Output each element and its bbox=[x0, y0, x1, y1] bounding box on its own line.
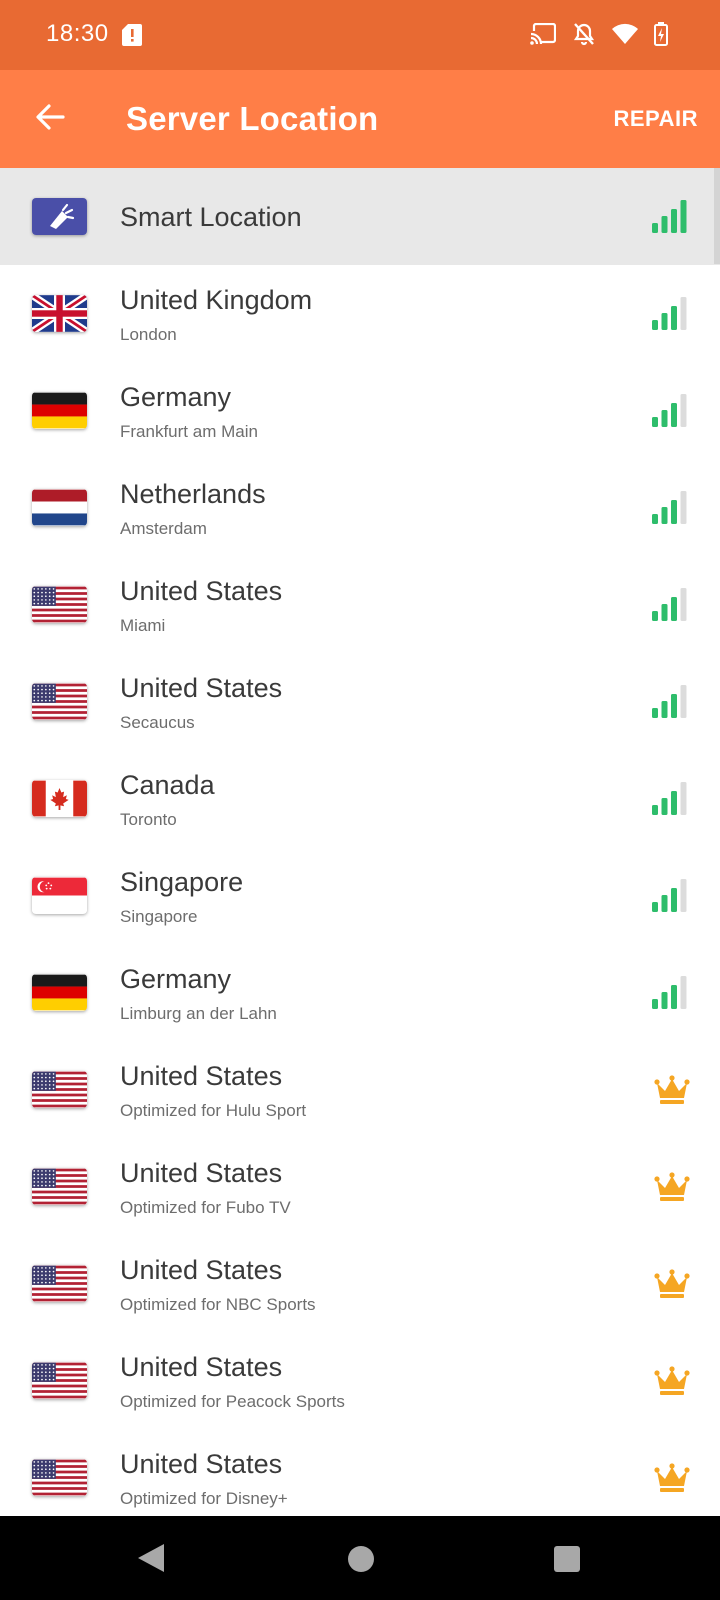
scrollbar[interactable] bbox=[714, 168, 720, 264]
location-country: United States bbox=[120, 673, 283, 703]
location-country: Singapore bbox=[120, 867, 244, 897]
crown-icon bbox=[654, 1366, 690, 1396]
location-country: United States bbox=[120, 1061, 283, 1091]
location-row[interactable]: United States Optimized for NBC Sports bbox=[0, 1235, 720, 1332]
location-country: United States bbox=[120, 1158, 283, 1188]
location-row[interactable]: Netherlands Amsterdam bbox=[0, 459, 720, 556]
crown-icon bbox=[654, 1172, 690, 1202]
system-nav-bar bbox=[0, 1516, 720, 1600]
nav-back-icon[interactable] bbox=[136, 1542, 166, 1574]
cast-icon bbox=[530, 22, 557, 50]
signal-strength-icon bbox=[652, 879, 688, 912]
location-city: Optimized for Peacock Sports bbox=[120, 1392, 345, 1411]
location-country: Netherlands bbox=[120, 479, 266, 509]
crown-icon bbox=[654, 1463, 690, 1493]
flag-us-icon bbox=[32, 1459, 87, 1496]
location-row[interactable]: Germany Frankfurt am Main bbox=[0, 362, 720, 459]
location-city: Frankfurt am Main bbox=[120, 422, 258, 441]
flag-us-icon bbox=[32, 683, 87, 720]
location-row[interactable]: Singapore Singapore bbox=[0, 847, 720, 944]
location-country: Germany bbox=[120, 964, 232, 994]
location-city: Optimized for Fubo TV bbox=[120, 1198, 291, 1217]
repair-button[interactable]: REPAIR bbox=[614, 106, 699, 132]
flag-nl-icon bbox=[32, 489, 87, 526]
location-country: United States bbox=[120, 1449, 283, 1479]
signal-strength-icon bbox=[652, 976, 688, 1009]
flag-de-icon bbox=[32, 392, 87, 429]
flag-us-icon bbox=[32, 1265, 87, 1302]
crown-icon bbox=[654, 1075, 690, 1105]
crown-icon bbox=[654, 1269, 690, 1299]
signal-strength-icon bbox=[652, 685, 688, 718]
location-city: Optimized for Hulu Sport bbox=[120, 1101, 307, 1120]
location-city: Optimized for NBC Sports bbox=[120, 1295, 316, 1314]
location-city: Optimized for Disney+ bbox=[120, 1489, 288, 1508]
status-icons bbox=[530, 22, 668, 51]
flag-us-icon bbox=[32, 586, 87, 623]
location-row[interactable]: United States Optimized for Hulu Sport bbox=[0, 1041, 720, 1138]
flag-smart-icon bbox=[32, 198, 87, 235]
flag-uk-icon bbox=[32, 295, 87, 332]
signal-strength-icon bbox=[652, 491, 688, 524]
nav-recents-icon[interactable] bbox=[554, 1546, 580, 1572]
location-city: Amsterdam bbox=[120, 519, 207, 538]
location-row[interactable]: United States Optimized for Peacock Sport… bbox=[0, 1332, 720, 1429]
location-country: United States bbox=[120, 1255, 283, 1285]
flag-us-icon bbox=[32, 1071, 87, 1108]
flag-sg-icon bbox=[32, 877, 87, 914]
location-country: Germany bbox=[120, 382, 232, 412]
location-row[interactable]: United States Optimized for Fubo TV bbox=[0, 1138, 720, 1235]
signal-strength-icon bbox=[652, 782, 688, 815]
signal-strength-icon bbox=[652, 200, 688, 233]
location-city: Singapore bbox=[120, 907, 198, 926]
notifications-off-icon bbox=[572, 22, 596, 51]
page-title: Server Location bbox=[126, 100, 379, 137]
app-bar: Server Location REPAIR bbox=[0, 70, 720, 168]
signal-strength-icon bbox=[652, 588, 688, 621]
location-city: Miami bbox=[120, 616, 166, 635]
location-country: United States bbox=[120, 1352, 283, 1382]
location-city: Toronto bbox=[120, 810, 177, 829]
location-row[interactable]: United States Miami bbox=[0, 556, 720, 653]
status-bar: 18:30 bbox=[0, 0, 720, 70]
location-country: United Kingdom bbox=[120, 285, 313, 315]
signal-strength-icon bbox=[652, 297, 688, 330]
wifi-icon bbox=[612, 23, 638, 50]
location-country: United States bbox=[120, 576, 283, 606]
nav-home-icon[interactable] bbox=[348, 1546, 374, 1572]
signal-strength-icon bbox=[652, 394, 688, 427]
location-row[interactable]: Canada Toronto bbox=[0, 750, 720, 847]
location-city: Secaucus bbox=[120, 713, 195, 732]
battery-charging-icon bbox=[654, 22, 668, 51]
location-row[interactable]: Germany Limburg an der Lahn bbox=[0, 944, 720, 1041]
location-row[interactable]: United Kingdom London bbox=[0, 265, 720, 362]
location-city: Limburg an der Lahn bbox=[120, 1004, 277, 1023]
location-row[interactable]: United States Secaucus bbox=[0, 653, 720, 750]
location-row[interactable]: Smart Location bbox=[0, 168, 720, 265]
location-country: Smart Location bbox=[120, 202, 302, 232]
flag-us-icon bbox=[32, 1362, 87, 1399]
location-city: London bbox=[120, 325, 177, 344]
flag-us-icon bbox=[32, 1168, 87, 1205]
location-country: Canada bbox=[120, 770, 215, 800]
status-time: 18:30 bbox=[46, 20, 109, 47]
location-row[interactable]: United States Optimized for Disney+ bbox=[0, 1429, 720, 1516]
location-list[interactable]: Smart Location United Kingdom London German… bbox=[0, 168, 720, 1516]
flag-ca-icon bbox=[32, 780, 87, 817]
back-button[interactable] bbox=[28, 95, 72, 139]
flag-de-icon bbox=[32, 974, 87, 1011]
sd-card-alert-icon bbox=[122, 24, 142, 46]
arrow-back-icon bbox=[36, 104, 65, 130]
